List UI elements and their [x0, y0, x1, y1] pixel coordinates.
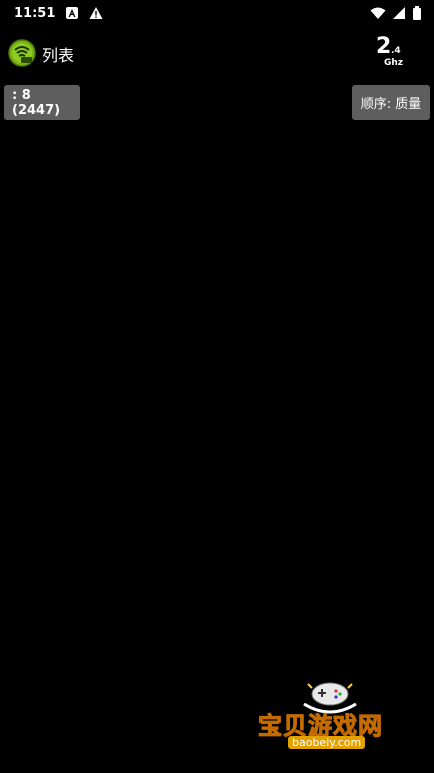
app-logo-icon [8, 39, 36, 67]
band-sub-value: .4 [391, 46, 401, 56]
status-bar: 11:51 [0, 0, 434, 26]
battery-icon [413, 6, 421, 20]
count-button[interactable]: : 8 (2447) [4, 85, 80, 120]
watermark-url: baobeiy.com [288, 736, 366, 749]
band-unit: Ghz [384, 58, 404, 68]
status-left: 11:51 [14, 6, 103, 21]
warning-icon [89, 7, 103, 19]
band-main-value: 2 [376, 34, 392, 59]
band-indicator[interactable]: 2 .4 Ghz [376, 36, 410, 70]
wifi-icon [370, 7, 386, 19]
watermark: 宝贝游戏网 baobeiy.com [250, 676, 410, 768]
app-bar: 列表 2 .4 Ghz [0, 30, 434, 74]
status-right [370, 6, 422, 20]
status-time: 11:51 [14, 5, 56, 21]
sort-order-button[interactable]: 顺序: 质量 [352, 85, 430, 120]
signal-icon [393, 7, 405, 19]
page-title: 列表 [42, 46, 75, 65]
app-notification-icon [66, 7, 79, 19]
